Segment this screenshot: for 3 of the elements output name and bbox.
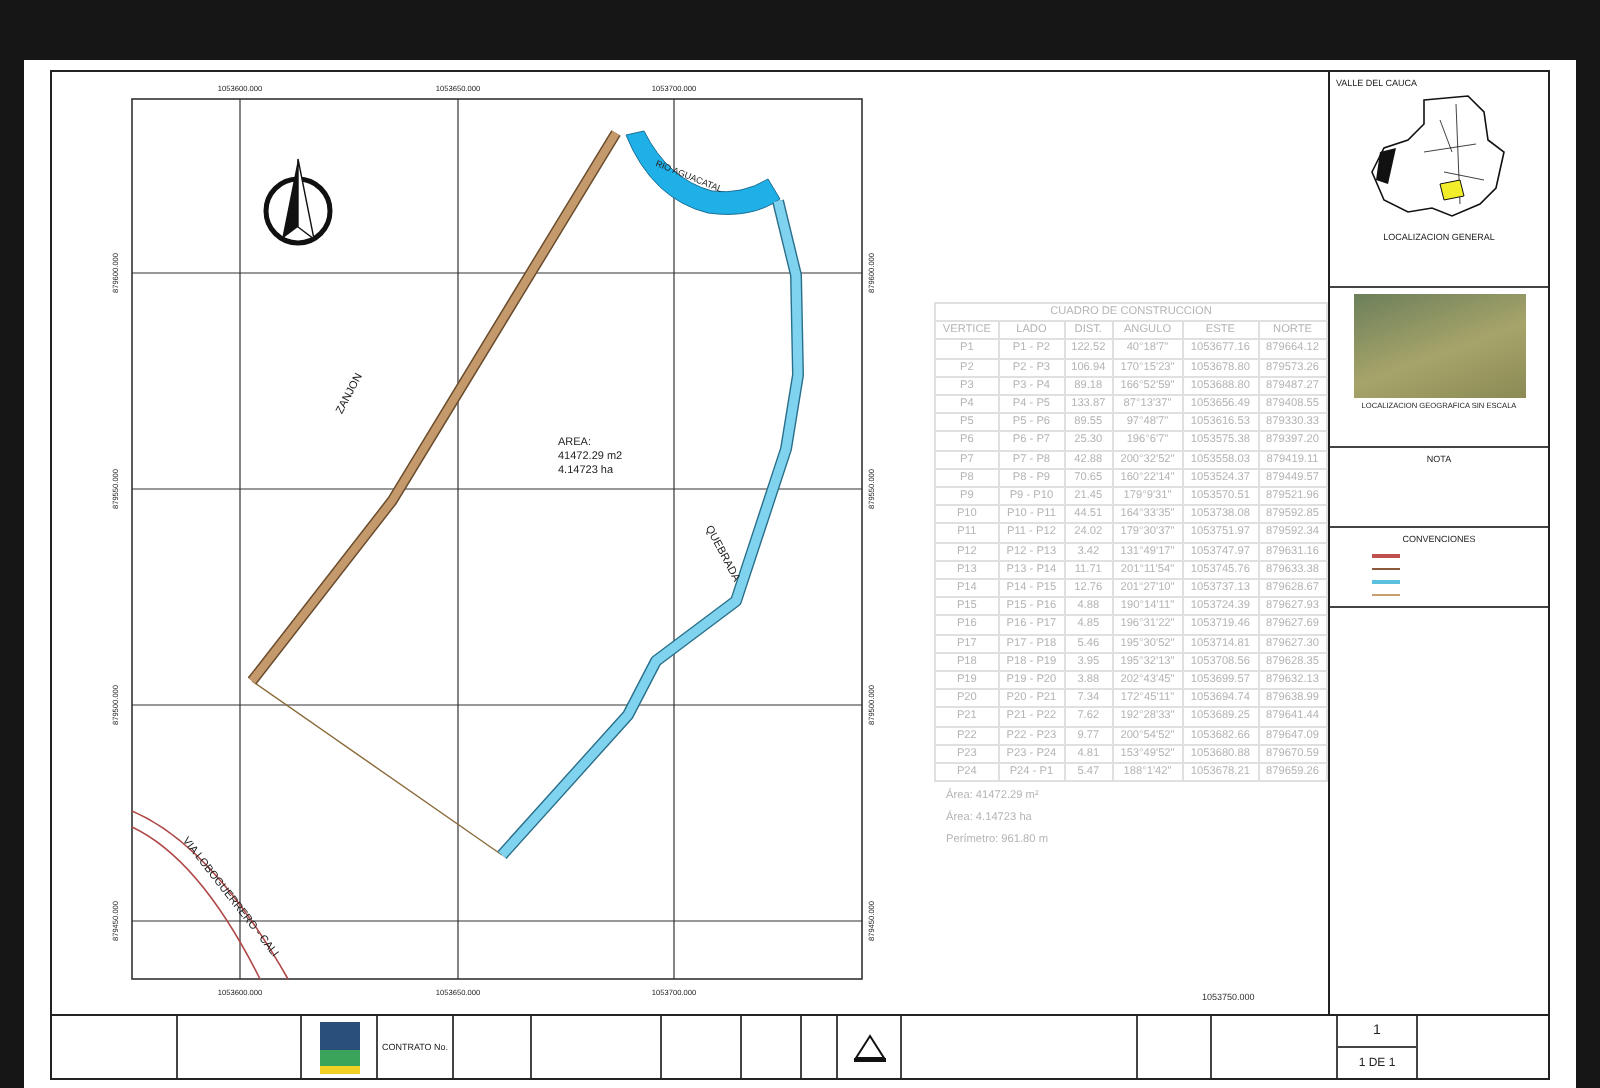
north-arrow-icon xyxy=(263,158,333,246)
logo-icon xyxy=(851,1033,887,1061)
logo-icon xyxy=(319,1021,359,1073)
